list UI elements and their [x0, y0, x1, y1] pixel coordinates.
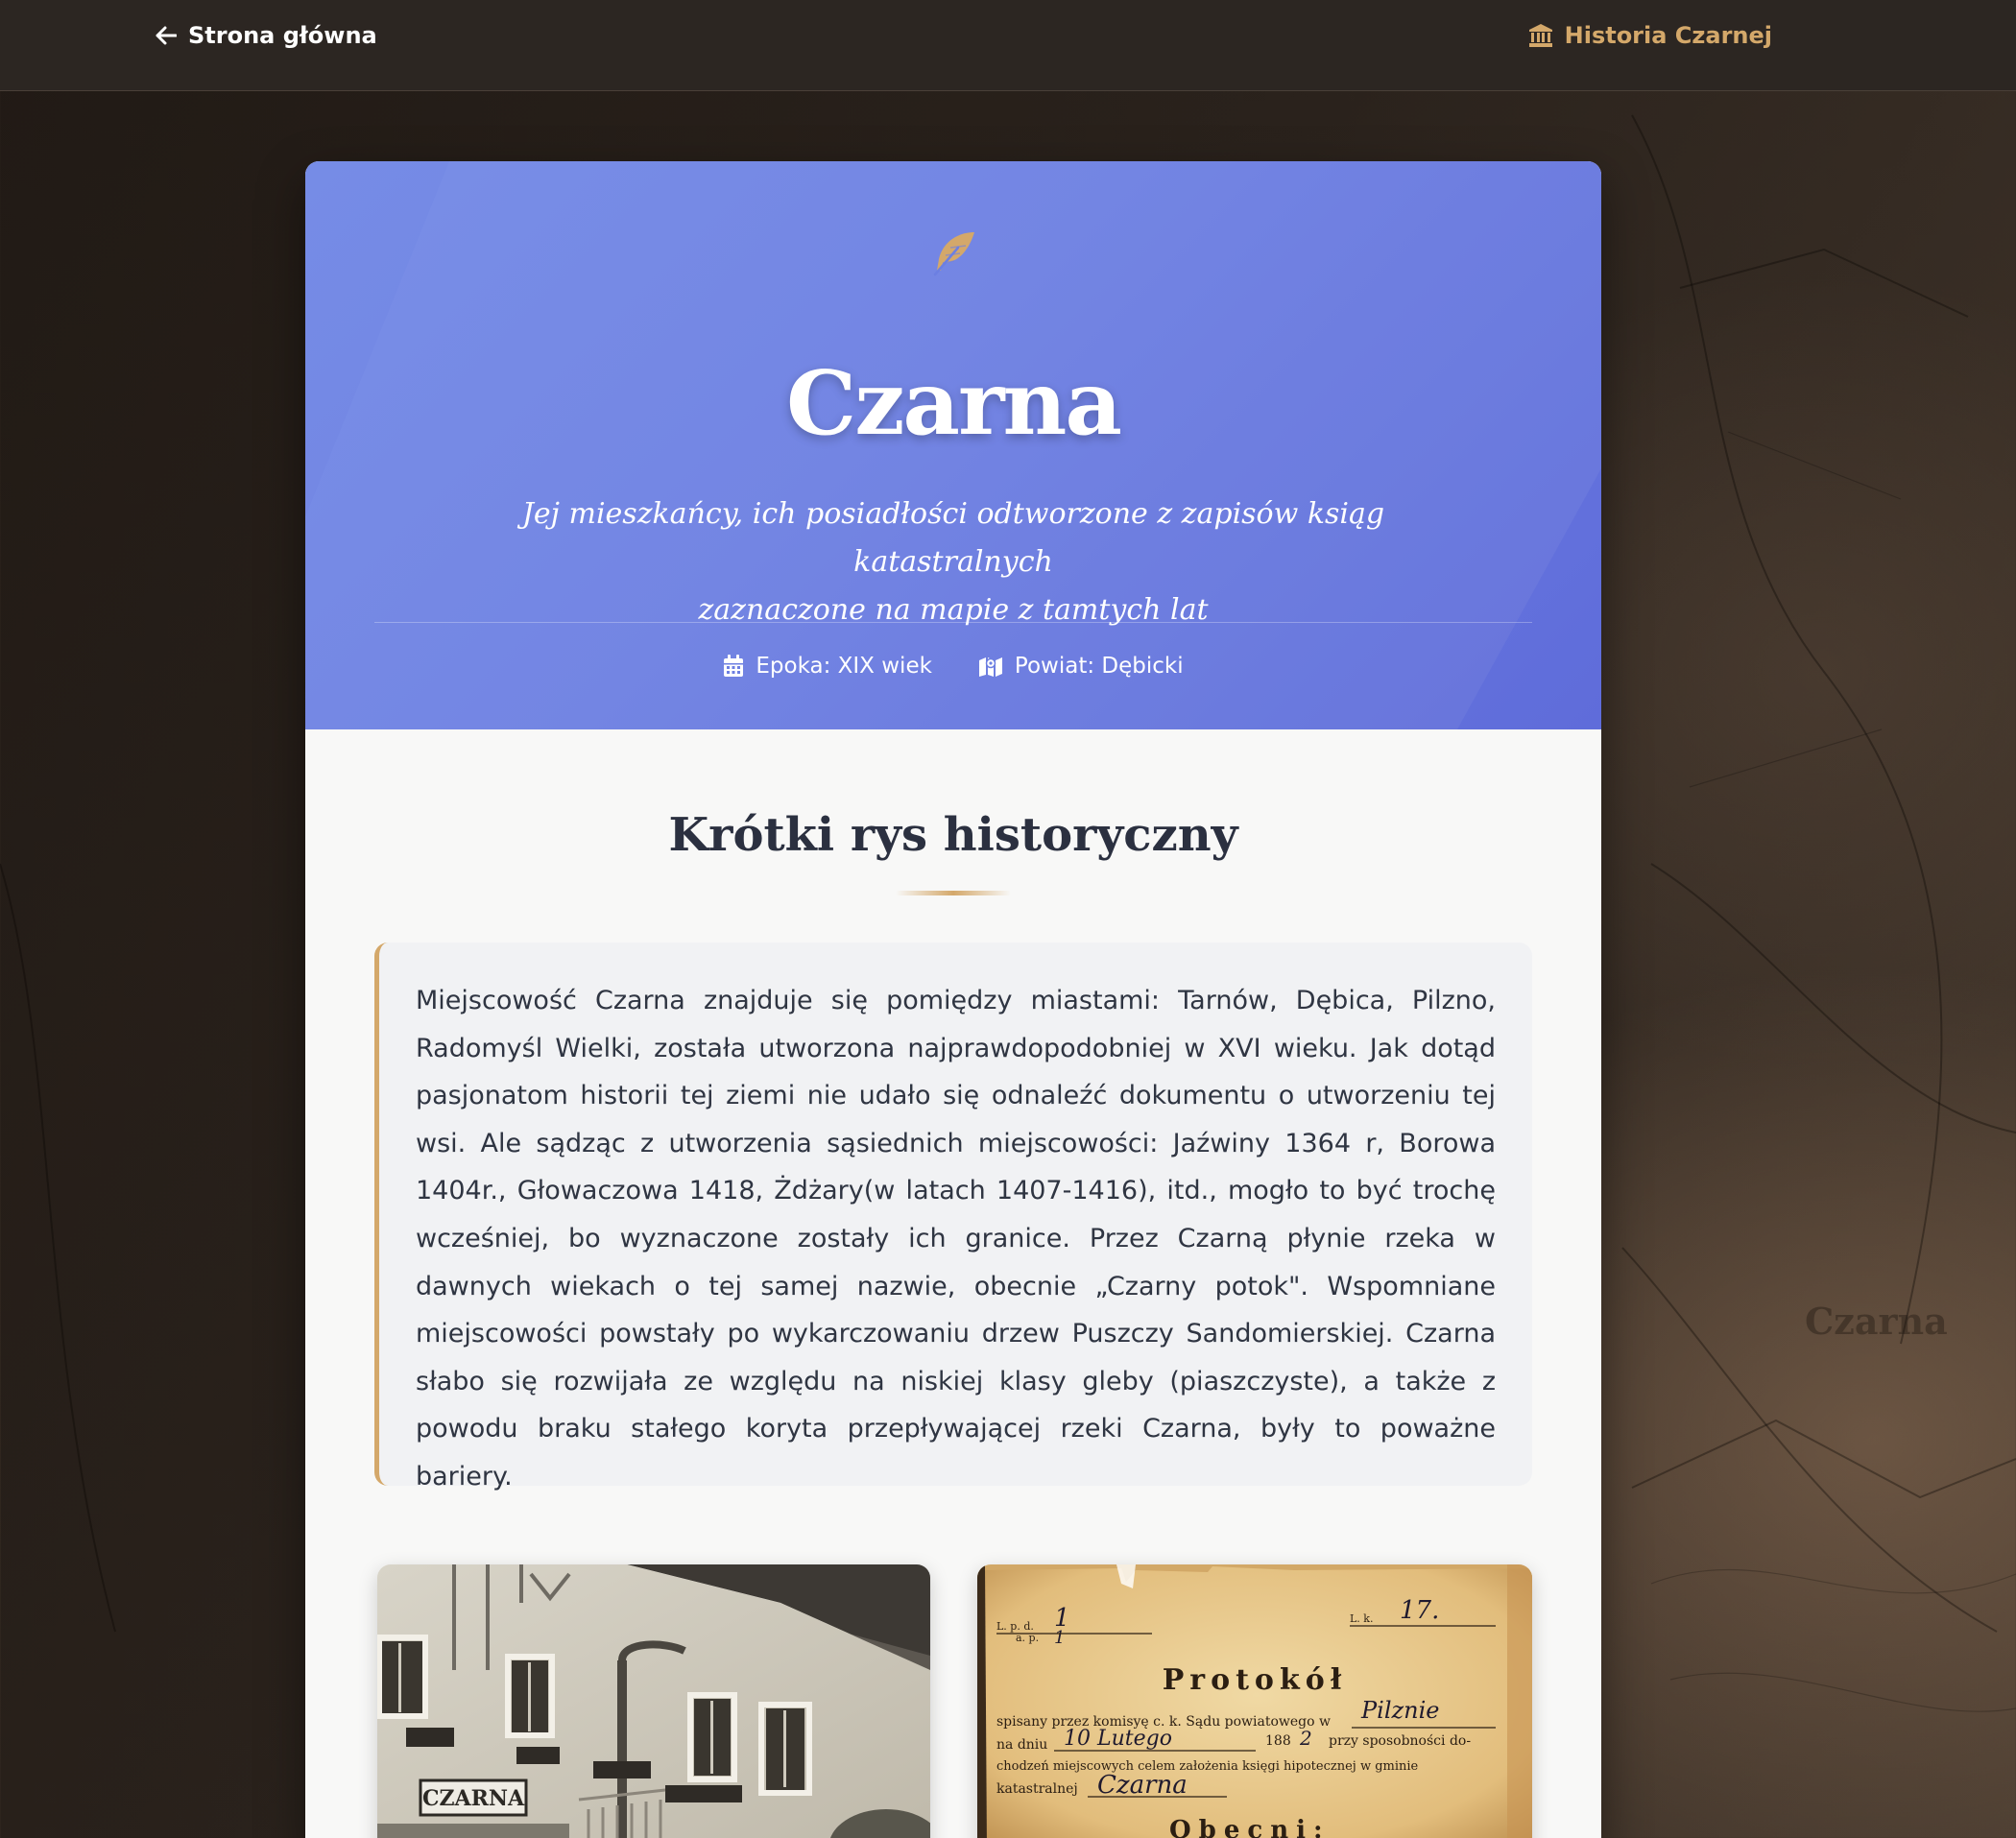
- doc-line-2b: 188: [1265, 1733, 1291, 1749]
- doc-line-4: katastralnej: [996, 1781, 1078, 1797]
- doc-hand-date: 10 Lutego: [1064, 1727, 1172, 1751]
- page-subtitle: Jej mieszkańcy, ich posiadłości odtworzo…: [420, 490, 1486, 634]
- station-sign-text: CZARNA: [422, 1786, 525, 1811]
- map-label-czarna: Czarna: [1805, 1300, 1948, 1343]
- doc-title: Protokół: [1163, 1663, 1348, 1697]
- station-building-image: CZARNA: [377, 1564, 930, 1838]
- doc-hand-village: Czarna: [1097, 1771, 1188, 1800]
- top-navigation: Strona główna Historia Czarnej: [0, 0, 2016, 91]
- doc-line-2c: przy sposobności do-: [1329, 1733, 1471, 1749]
- doc-hand-year: 2: [1299, 1727, 1312, 1750]
- calendar-icon: [724, 655, 744, 677]
- back-home-link[interactable]: Strona główna: [156, 21, 377, 50]
- subtitle-line-1: Jej mieszkańcy, ich posiadłości odtworzo…: [521, 497, 1385, 579]
- hero-meta: Epoka: XIX wiek Powiat: Dębicki: [305, 651, 1601, 681]
- section-title: Krótki rys historyczny: [668, 808, 1238, 862]
- hero-banner: Czarna Jej mieszkańcy, ich posiadłości o…: [305, 161, 1601, 729]
- photo-cadastral-protocol[interactable]: L. p. d. a. p. L. k. Protokół spisany pr…: [977, 1564, 1532, 1838]
- doc-ap-value: 1: [1054, 1628, 1065, 1648]
- doc-line-2a: na dniu: [996, 1737, 1047, 1753]
- meta-county: Powiat: Dębicki: [978, 651, 1184, 681]
- doc-line-3: chodzeń miejscowych celem założenia księ…: [996, 1759, 1419, 1774]
- doc-line-5: Obecni:: [1169, 1816, 1331, 1838]
- meta-epoch-label: Epoka: XIX wiek: [756, 654, 932, 679]
- history-text: Miejscowość Czarna znajduje się pomiędzy…: [416, 986, 1496, 1492]
- back-home-label: Strona główna: [188, 22, 377, 49]
- doc-lk-label: L. k.: [1350, 1612, 1373, 1625]
- photo-station-building[interactable]: CZARNA: [377, 1564, 930, 1838]
- site-brand-label: Historia Czarnej: [1564, 22, 1772, 49]
- doc-lk-value: 17.: [1400, 1596, 1439, 1625]
- history-quote-box: Miejscowość Czarna znajduje się pomiędzy…: [374, 943, 1532, 1492]
- arrow-left-icon: [156, 26, 177, 45]
- site-brand: Historia Czarnej: [1528, 21, 1772, 50]
- page-title: Czarna: [785, 351, 1122, 455]
- meta-county-label: Powiat: Dębicki: [1014, 654, 1184, 679]
- feather-icon: [933, 232, 974, 276]
- landmark-icon: [1528, 24, 1552, 47]
- map-icon: [978, 657, 1002, 677]
- doc-hand-town: Pilznie: [1360, 1697, 1439, 1724]
- meta-epoch: Epoka: XIX wiek: [723, 651, 932, 681]
- protocol-document-image: L. p. d. a. p. L. k. Protokół spisany pr…: [977, 1564, 1532, 1838]
- hero-divider: [374, 622, 1532, 623]
- section-underline: [896, 891, 1011, 895]
